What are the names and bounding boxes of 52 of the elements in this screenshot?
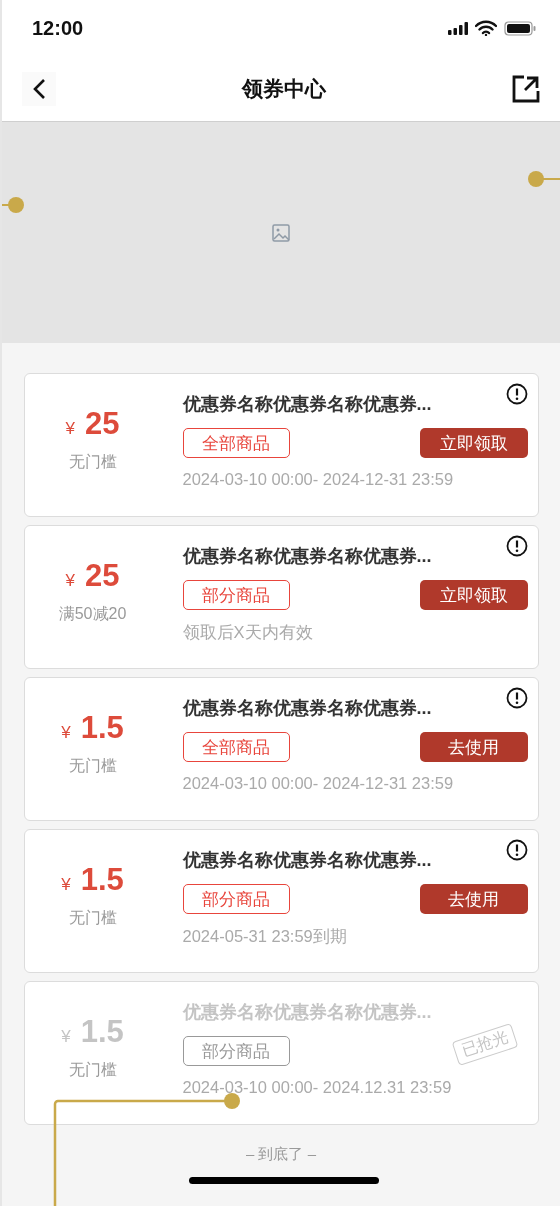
scope-tag: 全部商品: [182, 732, 290, 762]
signal-icon: [448, 21, 468, 35]
coupon-name: 优惠券名称优惠券名称优惠券...: [182, 1001, 432, 1024]
coupon-condition: 无门槛: [68, 908, 117, 928]
info-icon: [505, 839, 528, 861]
coupon-amount: 1.5: [80, 1014, 124, 1050]
leader-line: [528, 171, 560, 187]
coupon-amount: 1.5: [80, 862, 124, 898]
share-button[interactable]: [512, 74, 540, 103]
page-title: 领券中心: [242, 75, 326, 102]
scope-tag: 全部商品: [182, 428, 290, 458]
coupon-amount: 1.5: [80, 710, 124, 746]
info-icon: [505, 535, 528, 557]
info-icon: [505, 383, 528, 405]
currency-sign: ¥: [61, 723, 71, 743]
currency-sign: ¥: [61, 875, 71, 895]
currency-sign: ¥: [65, 571, 75, 591]
coupon-validity: 领取后X天内有效: [182, 622, 314, 643]
back-button[interactable]: [22, 71, 56, 106]
coupon-validity: 2024-03-10 00:00- 2024-12-31 23:59: [182, 774, 455, 793]
battery-icon: [504, 20, 536, 36]
scope-tag: 部分商品: [182, 580, 290, 610]
leader-line: [2, 197, 24, 213]
coupon-name: 优惠券名称优惠券名称优惠券...: [182, 393, 432, 416]
coupon-condition: 满50减20: [58, 604, 127, 624]
coupon-name: 优惠券名称优惠券名称优惠券...: [182, 545, 432, 568]
back-icon: [32, 77, 46, 100]
info-icon: [505, 687, 528, 709]
coupon-validity: 2024-03-10 00:00- 2024-12-31 23:59: [182, 470, 455, 489]
image-icon: [272, 223, 290, 242]
clock-time: 12:00: [32, 16, 84, 40]
wifi-icon: [475, 20, 497, 36]
share-icon: [512, 74, 540, 103]
coupon-action-button[interactable]: 立即领取: [419, 580, 528, 610]
scope-tag: 部分商品: [182, 1036, 290, 1066]
sold-out-stamp: 已抢光: [451, 1023, 518, 1066]
coupon-action-button[interactable]: 立即领取: [419, 428, 528, 458]
coupon-validity: 2024-03-10 00:00- 2024.12.31 23:59: [182, 1078, 453, 1097]
scope-tag: 部分商品: [182, 884, 290, 914]
coupon-condition: 无门槛: [68, 452, 117, 472]
coupon-action-button[interactable]: 去使用: [419, 884, 528, 914]
coupon-amount: 25: [85, 406, 120, 442]
end-of-list-text: – 到底了 –: [246, 1145, 316, 1164]
coupon-name: 优惠券名称优惠券名称优惠券...: [182, 697, 432, 720]
coupon-name: 优惠券名称优惠券名称优惠券...: [182, 849, 432, 872]
currency-sign: ¥: [65, 419, 75, 439]
coupon-amount: 25: [85, 558, 120, 594]
coupon-condition: 无门槛: [68, 1060, 117, 1080]
coupon-condition: 无门槛: [68, 756, 117, 776]
currency-sign: ¥: [61, 1027, 71, 1047]
coupon-action-button[interactable]: 去使用: [419, 732, 528, 762]
coupon-validity: 2024-05-31 23:59到期: [182, 926, 348, 947]
